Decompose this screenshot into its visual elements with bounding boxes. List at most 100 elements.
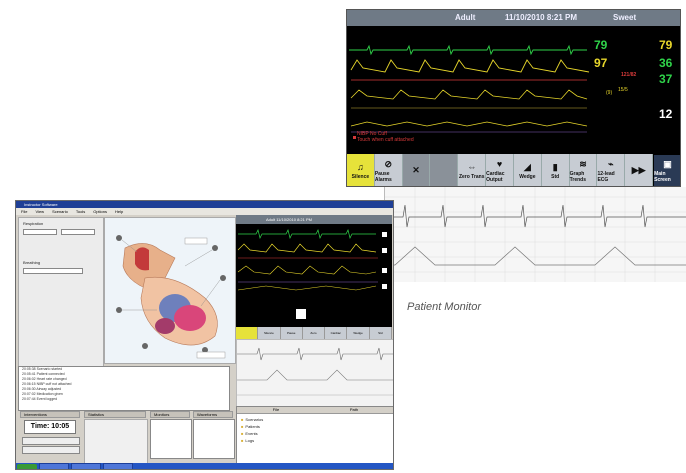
monitors-header: Monitors bbox=[150, 411, 190, 418]
mini-toolbar-button[interactable] bbox=[236, 327, 259, 339]
ecg-icon: ⌁ bbox=[608, 158, 614, 169]
monitor-mode: Sweet bbox=[613, 13, 637, 22]
menu-view[interactable]: View bbox=[35, 208, 44, 215]
taskbar-item[interactable] bbox=[71, 463, 101, 469]
file-item[interactable]: ■ Patients bbox=[241, 423, 311, 430]
stop-button[interactable] bbox=[22, 446, 80, 454]
cardiac-output-icon: ♥ bbox=[496, 158, 503, 169]
spo2-value: 97 bbox=[594, 56, 608, 70]
file-header: File bbox=[237, 407, 315, 414]
mini-toolbar-button[interactable]: Cardiac bbox=[325, 327, 348, 339]
side-value-2: 36 bbox=[659, 56, 673, 70]
mini-toolbar-button[interactable]: Std bbox=[370, 327, 392, 339]
waveform-area bbox=[349, 44, 590, 139]
start-button[interactable] bbox=[22, 437, 80, 445]
folder-icon: ■ bbox=[241, 438, 244, 443]
menu-help[interactable]: Help bbox=[115, 208, 123, 215]
file-item[interactable]: ■ Scenarios bbox=[241, 416, 311, 423]
graph-icon: ≋ bbox=[579, 158, 587, 169]
mini-monitor-toolbar: Silence Pause Zero Cardiac Wedge Std bbox=[236, 327, 392, 339]
instructor-app-window: Instructor Software File View Scenario Tool… bbox=[15, 200, 394, 470]
patient-monitor-screen: Adult 11/10/2010 8:21 PM Sweet 79 97 121… bbox=[346, 9, 681, 187]
respiration-label: Respiration bbox=[23, 221, 44, 226]
path-header: Path bbox=[315, 407, 393, 414]
toolbar-button-cardiac-output[interactable]: ♥ Cardiac Output bbox=[486, 154, 514, 186]
toolbar-button-silence[interactable]: ♫ Silence bbox=[347, 154, 375, 186]
pause-alarm-icon: ⊘ bbox=[384, 158, 393, 169]
bottom-panels: Interventions Time: 10:05 Statistics Mon… bbox=[18, 411, 235, 468]
rate-input[interactable] bbox=[61, 229, 95, 235]
ecg-waveform bbox=[349, 44, 587, 56]
file-item[interactable]: ■ Logs bbox=[241, 437, 311, 444]
toolbar-button-12-lead-ecg[interactable]: ⌁ 12-lead ECG bbox=[597, 154, 626, 186]
mini-monitor: Adult 11/10/2010 8:21 PM Silence Pause Zer… bbox=[236, 215, 392, 339]
statistics-header: Statistics bbox=[84, 411, 146, 418]
start-menu-button[interactable] bbox=[17, 463, 37, 469]
toolbar-button-label: Main Screen bbox=[654, 170, 671, 183]
toolbar-button-blank-3[interactable] bbox=[430, 154, 459, 186]
monitor-toolbar: ♫ Silence ⊘ Pause Alarms ✕ ⇔ Zero Trans ♥ Cardia… bbox=[347, 154, 680, 186]
file-item-label: Events bbox=[245, 431, 258, 436]
menu-scenario[interactable]: Scenario bbox=[52, 208, 68, 215]
hr-value: 79 bbox=[594, 38, 608, 52]
toolbar-button-blank-10[interactable]: ▶▶ bbox=[625, 154, 654, 186]
mini-waveforms bbox=[237, 228, 387, 319]
toolbar-button-zero-trans[interactable]: ⇔ Zero Trans bbox=[458, 154, 487, 186]
folder-icon: ■ bbox=[241, 431, 244, 436]
toolbar-button-label: Std bbox=[551, 173, 560, 180]
toolbar-button-label: Cardiac Output bbox=[486, 170, 505, 183]
side-value-4: 12 bbox=[659, 107, 673, 121]
waveforms-header: Waveforms bbox=[193, 411, 233, 418]
file-item-label: Patients bbox=[245, 424, 260, 429]
toolbar-button-label: 12-lead ECG bbox=[597, 170, 615, 183]
waveforms-list[interactable] bbox=[193, 419, 235, 459]
toolbar-button-label: Pause Alarms bbox=[374, 170, 392, 183]
menu-options[interactable]: Options bbox=[93, 208, 107, 215]
taskbar-item[interactable] bbox=[39, 463, 69, 469]
monitor-datetime: 11/10/2010 8:21 PM bbox=[505, 13, 578, 22]
alarm-indicator bbox=[353, 136, 356, 139]
toolbar-button-graph-trends[interactable]: ≋ Graph Trends bbox=[570, 154, 598, 186]
file-item-label: Scenarios bbox=[245, 417, 264, 422]
wedge-icon: ◢ bbox=[523, 161, 531, 172]
arterial-waveform bbox=[350, 59, 590, 73]
toolbar-button-blank-2[interactable]: ✕ bbox=[402, 154, 431, 186]
bp-readout: 121/82 bbox=[621, 72, 637, 78]
file-item-label: Logs bbox=[245, 438, 255, 443]
mini-paper-strip bbox=[236, 339, 393, 407]
toolbar-button-std[interactable]: ▮ Std bbox=[542, 154, 570, 186]
pulmonary-waveform bbox=[350, 89, 588, 100]
menu-file[interactable]: File bbox=[21, 208, 27, 215]
respiration-input[interactable] bbox=[23, 229, 57, 235]
statistics-panel bbox=[84, 419, 148, 466]
mini-toolbar-button[interactable]: Zero bbox=[303, 327, 326, 339]
menu-tools[interactable]: Tools bbox=[76, 208, 85, 215]
bell-icon: ♫ bbox=[357, 161, 364, 172]
breathing-select[interactable] bbox=[23, 268, 83, 274]
monitor-status-bar: Adult 11/10/2010 8:21 PM Sweet bbox=[347, 10, 680, 26]
figure-caption: Patient Monitor bbox=[407, 301, 481, 313]
folder-icon: ■ bbox=[241, 424, 244, 429]
folder-icon: ■ bbox=[241, 417, 244, 422]
taskbar-item[interactable] bbox=[103, 463, 133, 469]
mini-toolbar-button[interactable]: Wedge bbox=[347, 327, 370, 339]
control-panel: Respiration Breathing bbox=[18, 217, 104, 369]
toolbar-button-pause-alarms[interactable]: ⊘ Pause Alarms bbox=[374, 154, 403, 186]
mini-toolbar-button[interactable]: Silence bbox=[258, 327, 281, 339]
small-readout: 15/5 bbox=[618, 87, 628, 93]
toolbar-button-wedge[interactable]: ◢ Wedge bbox=[514, 154, 542, 186]
side-value-1: 79 bbox=[659, 38, 673, 52]
toolbar-button-main-screen[interactable]: ▣ Main Screen bbox=[653, 154, 680, 186]
disabled-icon: ✕ bbox=[412, 164, 420, 175]
file-item[interactable]: ■ Events bbox=[241, 430, 311, 437]
transducer-icon: ⇔ bbox=[467, 161, 477, 172]
side-value-3: 37 bbox=[659, 72, 673, 86]
monitors-list[interactable] bbox=[150, 419, 192, 459]
event-log[interactable]: 20:05:38 Scenario started 20:05:41 Patien… bbox=[18, 366, 230, 411]
alarm-text-2: Touch when cuff attached bbox=[357, 137, 414, 143]
scenario-timer: Time: 10:05 bbox=[24, 420, 76, 434]
patient-type: Adult bbox=[455, 13, 476, 22]
mini-toolbar-button[interactable]: Pause bbox=[281, 327, 303, 339]
toolbar-button-label: Zero Trans bbox=[458, 173, 485, 180]
file-browser[interactable]: File Path ■ Scenarios ■ Patients ■ Events ■ Log… bbox=[236, 406, 393, 468]
